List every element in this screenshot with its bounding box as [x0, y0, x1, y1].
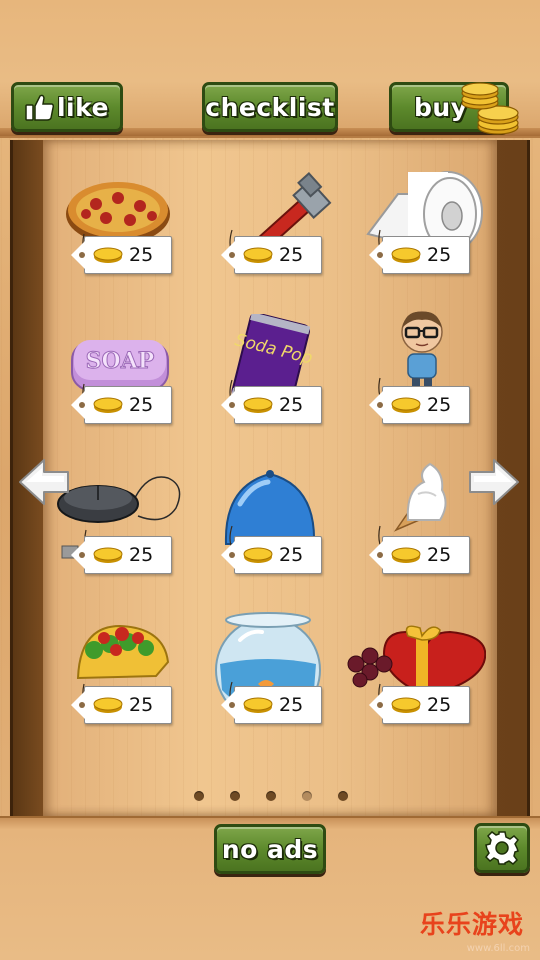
thumbs-up-icon	[25, 94, 55, 121]
page-dot[interactable]	[266, 791, 276, 801]
buy-button[interactable]: buy	[389, 82, 519, 135]
heart-box-icon	[347, 625, 486, 698]
price-tag: 25	[71, 536, 172, 574]
item-nerd-figure[interactable]: 25	[358, 306, 498, 436]
price-tag: 25	[221, 386, 322, 424]
page-dot[interactable]	[194, 791, 204, 801]
price-tag: 25	[221, 536, 322, 574]
coin-icon	[391, 547, 421, 563]
item-pipe-wrench[interactable]: 25	[210, 170, 350, 300]
price-value: 25	[279, 394, 304, 416]
watermark-text: 乐乐游戏	[420, 910, 525, 939]
item-taco[interactable]: 25	[60, 620, 200, 750]
item-pizza[interactable]: 25	[60, 170, 200, 300]
price-tag: 25	[369, 386, 470, 424]
item-computer-mouse[interactable]: 25	[52, 468, 192, 598]
price-tag: 25	[71, 236, 172, 274]
price-tag: 25	[369, 236, 470, 274]
price-value: 25	[427, 244, 452, 266]
no-ads-label: no ads	[221, 834, 319, 864]
price-value: 25	[279, 544, 304, 566]
page-dot[interactable]	[338, 791, 348, 801]
checklist-label: checklist	[205, 92, 335, 122]
coin-icon	[93, 247, 123, 263]
price-value: 25	[129, 694, 154, 716]
coin-stack-icon	[461, 82, 519, 135]
price-tag: 25	[221, 686, 322, 724]
item-toilet-paper[interactable]: 25	[358, 164, 498, 294]
price-value: 25	[129, 244, 154, 266]
price-value: 25	[279, 694, 304, 716]
coin-icon	[243, 397, 273, 413]
price-value: 25	[279, 244, 304, 266]
coin-icon	[391, 247, 421, 263]
coin-icon	[93, 397, 123, 413]
watermark-url: www.6ll.com	[466, 943, 530, 954]
arrow-right-icon[interactable]	[466, 456, 522, 508]
checklist-button[interactable]: checklist	[202, 82, 338, 132]
price-value: 25	[129, 394, 154, 416]
item-water-balloon[interactable]: 25	[210, 464, 350, 594]
arrow-left-icon[interactable]	[16, 456, 72, 508]
soap-text: SOAP	[86, 348, 155, 374]
no-ads-button[interactable]: no ads	[214, 824, 326, 874]
settings-button[interactable]	[474, 823, 530, 873]
page-dot-active[interactable]	[302, 791, 312, 801]
coin-icon	[391, 697, 421, 713]
coin-icon	[93, 697, 123, 713]
coin-icon	[243, 697, 273, 713]
coin-icon	[391, 397, 421, 413]
watermark: 乐乐游戏 www.6ll.com	[420, 905, 538, 957]
price-tag: 25	[369, 686, 470, 724]
price-tag: 25	[71, 386, 172, 424]
page-dot[interactable]	[230, 791, 240, 801]
coin-icon	[93, 547, 123, 563]
price-tag: 25	[71, 686, 172, 724]
price-tag: 25	[369, 536, 470, 574]
computer-mouse-icon	[57, 476, 181, 559]
item-soda-pop[interactable]: Soda Pop 25	[210, 314, 350, 444]
item-fishbowl[interactable]: 25	[210, 610, 350, 740]
gear-icon	[485, 831, 519, 865]
item-soap[interactable]: SOAP 25	[60, 320, 200, 450]
page-indicator	[194, 791, 348, 801]
price-tag: 25	[221, 236, 322, 274]
coin-icon	[243, 547, 273, 563]
like-button[interactable]: like	[11, 82, 123, 132]
price-value: 25	[427, 544, 452, 566]
coin-icon	[243, 247, 273, 263]
price-value: 25	[129, 544, 154, 566]
price-value: 25	[427, 394, 452, 416]
price-value: 25	[427, 694, 452, 716]
item-heart-chocolates[interactable]: 25	[346, 618, 486, 748]
like-label: like	[56, 92, 110, 122]
